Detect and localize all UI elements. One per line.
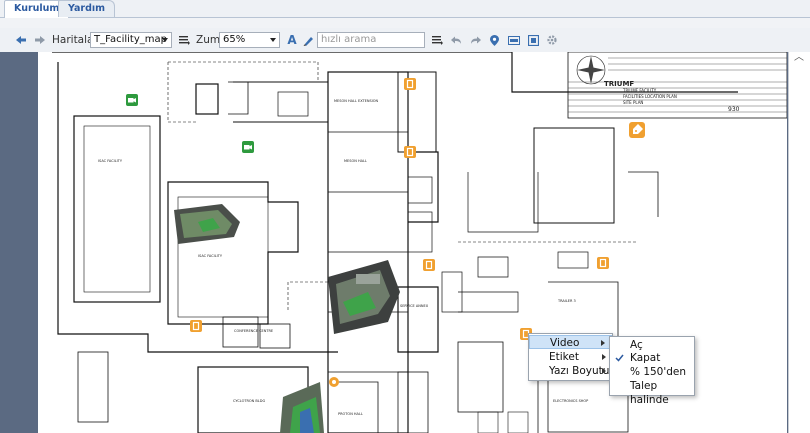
- title-block-title-1: TRIUMF FACILITY: [622, 88, 657, 93]
- building-label: TRAILER 3: [557, 299, 576, 303]
- submenu-arrow-icon: [601, 340, 605, 346]
- map-pin-icon: [489, 34, 499, 46]
- video-submenu: Aç Kapat % 150'den Talep halinde: [609, 336, 695, 406]
- pen-icon: [303, 36, 313, 46]
- fit-page-button[interactable]: [526, 28, 540, 52]
- arrow-right-icon: [35, 36, 45, 44]
- camera-video-thumbnail[interactable]: [174, 204, 240, 244]
- alarm-marker[interactable]: [597, 257, 609, 269]
- map-select-value: T_Facility_map: [94, 34, 167, 45]
- zoom-select[interactable]: 65%: [219, 32, 280, 48]
- chevron-up-icon: ︿: [794, 52, 804, 63]
- submenu-item-label: Aç: [630, 339, 643, 351]
- submenu-item-150[interactable]: % 150'den: [610, 365, 694, 379]
- pen-button[interactable]: [301, 28, 315, 52]
- building-label: CYCLOTRON BLDG: [233, 399, 265, 403]
- menu-item-label: Yazı Boyutu: [549, 365, 610, 377]
- door-icon: [406, 147, 414, 157]
- undo-icon: [450, 36, 461, 44]
- font-icon: A: [287, 33, 297, 47]
- title-block-brand: TRIUMF: [604, 80, 634, 88]
- map-list-button[interactable]: [177, 28, 191, 52]
- tag-icon: [332, 380, 336, 384]
- title-block-drawing-number: 930: [728, 106, 740, 113]
- list-icon: [178, 36, 190, 45]
- door-icon: [192, 321, 200, 331]
- submenu-item-label: % 150'den: [630, 366, 687, 378]
- quick-search-input[interactable]: hızlı arama: [317, 32, 425, 48]
- camera-marker[interactable]: [242, 141, 254, 153]
- menu-item-video[interactable]: Video: [529, 335, 612, 349]
- camera-marker[interactable]: [126, 94, 138, 106]
- building-label: ISAC FACILITY: [198, 254, 223, 258]
- menu-item-label: Video: [550, 337, 580, 349]
- submenu-item-ac[interactable]: Aç: [610, 338, 694, 352]
- submenu-arrow-icon: [602, 354, 606, 360]
- list-icon: [431, 36, 443, 45]
- context-menu: Video Etiket Yazı Boyutu: [528, 333, 613, 381]
- checkmark-icon: [615, 354, 624, 362]
- font-button[interactable]: A: [285, 28, 299, 52]
- alarm-marker[interactable]: [404, 78, 416, 90]
- forward-button[interactable]: [33, 28, 47, 52]
- submenu-item-talep-halinde[interactable]: Talep halinde: [610, 379, 694, 406]
- submenu-arrow-icon: [602, 368, 606, 374]
- back-button[interactable]: [14, 28, 28, 52]
- alarm-marker[interactable]: [404, 146, 416, 158]
- door-icon: [406, 79, 414, 89]
- menu-item-yazi-boyutu[interactable]: Yazı Boyutu: [529, 364, 612, 378]
- location-pin-button[interactable]: [487, 28, 501, 52]
- building-label: MESON HALL EXTENSION: [334, 99, 379, 103]
- building-label: ELECTRONICS SHOP: [553, 399, 588, 403]
- building-label: SERVICE ANNEX: [400, 304, 429, 308]
- camera-video-thumbnail[interactable]: [280, 382, 324, 433]
- vertical-scrollbar[interactable]: [788, 52, 810, 433]
- door-icon: [599, 258, 607, 268]
- building-label: MESON HALL: [344, 159, 367, 163]
- building-label: CONFERENCE CENTRE: [234, 329, 273, 333]
- menu-item-label: Etiket: [549, 351, 579, 363]
- building-label: PROTON HALL: [338, 412, 363, 416]
- alarm-marker[interactable]: [423, 259, 435, 271]
- undo-button[interactable]: [449, 28, 463, 52]
- menu-item-etiket[interactable]: Etiket: [529, 350, 612, 364]
- door-icon: [425, 260, 433, 270]
- chevron-down-icon: [270, 38, 276, 42]
- title-block-title-2: FACILITIES LOCATION PLAN: [623, 94, 677, 99]
- list-view-button[interactable]: [430, 28, 444, 52]
- fit-width-button[interactable]: [507, 28, 521, 52]
- map-toolbar: Haritalar: T_Facility_map Zum: 65% A hız…: [0, 28, 810, 52]
- video-camera-icon: [128, 98, 136, 103]
- tag-icon: [633, 124, 643, 134]
- chevron-down-icon: [162, 38, 168, 42]
- video-camera-icon: [244, 145, 252, 150]
- fit-width-icon: [508, 35, 520, 45]
- zoom-select-value: 65%: [223, 34, 246, 45]
- camera-video-thumbnail[interactable]: [328, 260, 400, 334]
- tab-yardim[interactable]: Yardım: [58, 0, 116, 17]
- alarm-marker[interactable]: [190, 320, 202, 332]
- building-label: ISAC FACILITY: [98, 159, 123, 163]
- submenu-item-label: Talep halinde: [630, 380, 669, 406]
- alarm-marker[interactable]: [329, 377, 339, 387]
- gear-icon: [547, 35, 557, 45]
- title-block-title-3: SITE PLAN: [623, 100, 643, 105]
- tab-bar: Kurulum Yardım: [0, 0, 810, 18]
- settings-button[interactable]: [545, 28, 559, 52]
- map-select[interactable]: T_Facility_map: [90, 32, 172, 48]
- arrow-left-icon: [16, 36, 26, 44]
- redo-icon: [470, 36, 481, 44]
- submenu-item-label: Kapat: [630, 352, 661, 364]
- fit-page-icon: [527, 34, 539, 46]
- scroll-up-button[interactable]: ︿: [793, 52, 805, 64]
- alarm-marker[interactable]: [629, 122, 645, 138]
- submenu-item-kapat[interactable]: Kapat: [610, 351, 694, 365]
- triumf-logo: [576, 55, 606, 85]
- redo-button[interactable]: [468, 28, 482, 52]
